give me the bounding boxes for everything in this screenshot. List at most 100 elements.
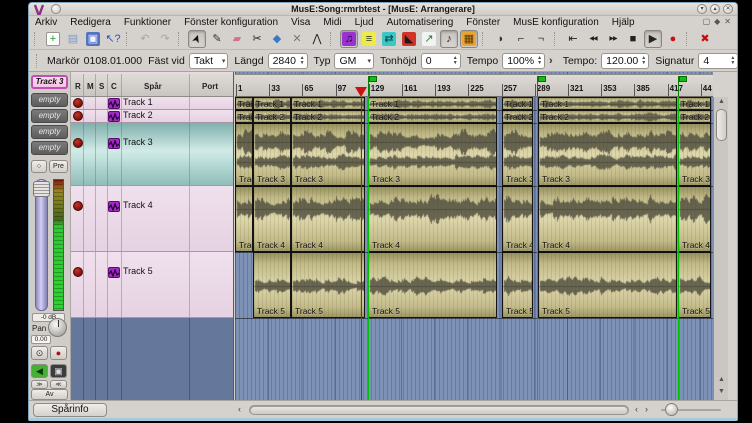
playhead-marker-icon[interactable] [355, 87, 367, 97]
part[interactable]: Track 5 [253, 252, 291, 318]
pointer-tool-button[interactable]: ➤ [188, 30, 206, 48]
part[interactable]: Track 5 [291, 252, 365, 318]
part[interactable]: Track 4 [678, 186, 711, 252]
menu-item-f-nster[interactable]: Fönster [466, 17, 500, 28]
effect-slot[interactable]: empty [31, 141, 68, 155]
record-arm-button[interactable]: ● [50, 346, 67, 360]
keep-above-button[interactable]: ▴ [710, 4, 720, 14]
keep-below-button[interactable]: ▾ [697, 4, 707, 14]
spin-down-icon[interactable]: ▼ [537, 61, 542, 66]
off-button[interactable]: Av [31, 389, 68, 400]
part[interactable]: Track 4 [538, 186, 677, 252]
toolbar-handle[interactable] [36, 54, 37, 68]
part[interactable]: Track 4 [502, 186, 533, 252]
menu-item-midi[interactable]: Midi [323, 17, 341, 28]
part[interactable]: Track 2 [368, 110, 497, 123]
mdi-close-button[interactable]: ✕ [724, 17, 731, 27]
track-row[interactable]: Track 1 [71, 97, 234, 110]
drum-editor-button[interactable]: ⇄ [380, 30, 398, 48]
menu-item-f-nster-konfiguration[interactable]: Fönster konfiguration [184, 17, 278, 28]
track-row[interactable]: Track 4 [71, 186, 234, 252]
record-dot-icon[interactable] [73, 98, 83, 108]
part[interactable]: Track 2 [291, 110, 365, 123]
arranger-canvas[interactable]: 133659712916119322525728932135338541744 … [235, 72, 713, 400]
menu-item-arkiv[interactable]: Arkiv [35, 17, 57, 28]
pencil-tool-button[interactable]: ✎ [208, 30, 226, 48]
part[interactable]: Track 3 [368, 123, 497, 186]
timeline-ruler[interactable]: 133659712916119322525728932135338541744 [235, 74, 713, 97]
part[interactable]: Track 3 [538, 123, 677, 186]
list-editor-button[interactable]: ≡ [360, 30, 378, 48]
toolbar-handle[interactable] [126, 32, 131, 46]
scroll-right-icon[interactable]: › [645, 404, 648, 414]
effect-slot[interactable]: empty [31, 125, 68, 139]
save-song-button[interactable]: ▣ [84, 30, 102, 48]
marker-flag-icon[interactable] [368, 76, 369, 97]
record-indicator-button[interactable]: ○ [31, 160, 47, 173]
part[interactable]: Track 1 [678, 97, 711, 110]
scissors-tool-button[interactable]: ✂ [248, 30, 266, 48]
mdi-restore-button[interactable]: ▢ [703, 17, 711, 27]
eraser-tool-button[interactable]: ▰ [228, 30, 246, 48]
window-menu-button[interactable] [51, 4, 61, 14]
toolbar-handle[interactable] [686, 32, 691, 46]
part[interactable]: Track 1 [253, 97, 291, 110]
pianoroll-editor-button[interactable]: ♫ [340, 30, 358, 48]
goto-start-button[interactable]: ⇤ [564, 30, 582, 48]
record-dot-icon[interactable] [73, 138, 83, 148]
selected-track-title[interactable]: Track 3 [31, 75, 68, 89]
part[interactable]: Track 5 [538, 252, 677, 318]
snap-select[interactable]: Takt ▾ [189, 53, 229, 69]
toolbar-handle[interactable] [178, 32, 183, 46]
part[interactable]: Track 2 [538, 110, 677, 123]
track-row[interactable]: Track 3 [71, 123, 234, 186]
track-row[interactable]: Track 2 [71, 110, 234, 123]
part[interactable]: Track 4 [291, 186, 365, 252]
part[interactable]: Track 5 [502, 252, 533, 318]
forward-button[interactable]: ▶▶ [604, 30, 622, 48]
part[interactable]: Track 2 [235, 110, 253, 123]
part[interactable]: Track 5 [678, 252, 711, 318]
play-button[interactable]: ▶ [644, 30, 662, 48]
menu-item-automatisering[interactable]: Automatisering [387, 17, 454, 28]
menu-item-funktioner[interactable]: Funktioner [124, 17, 171, 28]
part[interactable]: Track 2 [253, 110, 291, 123]
pitch-spinbox[interactable]: 0 ▲▼ [421, 53, 461, 69]
punch-out-button[interactable]: ¬ [532, 30, 550, 48]
scroll-up-icon[interactable]: ▲ [714, 376, 729, 383]
wave-editor-button[interactable]: ◣ [400, 30, 418, 48]
new-song-button[interactable]: + [44, 30, 62, 48]
glue-tool-button[interactable]: ◆ [268, 30, 286, 48]
input-routes-button[interactable]: ≫ [31, 380, 48, 389]
stereo-toggle-button[interactable]: ▣ [50, 364, 67, 378]
length-spinbox[interactable]: 2840 ▲▼ [268, 53, 308, 69]
effect-slot[interactable]: empty [31, 93, 68, 107]
record-dot-icon[interactable] [73, 111, 83, 121]
stop-button[interactable]: ■ [624, 30, 642, 48]
redo-button[interactable]: ↷ [156, 30, 174, 48]
panic-button[interactable]: ✖ [696, 30, 714, 48]
part[interactable]: Track 1 [502, 97, 533, 110]
part[interactable]: Track 4 [368, 186, 497, 252]
record-button[interactable]: ● [664, 30, 682, 48]
scroll-left-icon[interactable]: ‹ [635, 404, 638, 414]
toolbar-handle[interactable] [330, 32, 335, 46]
spin-down-icon[interactable]: ▼ [730, 61, 735, 66]
part[interactable]: Track 1 [368, 97, 497, 110]
menu-item-redigera[interactable]: Redigera [70, 17, 111, 28]
titlebar[interactable]: MusE:Song:rmrbtest - [MusE: Arrangerare]… [29, 3, 737, 16]
horizontal-scrollbar[interactable] [249, 405, 629, 415]
signature-num-spinbox[interactable]: 4 ▲▼ [698, 53, 738, 69]
zoom-slider-knob[interactable] [665, 403, 678, 416]
output-routes-button[interactable]: ≪ [50, 380, 67, 389]
part[interactable]: Track 1 [235, 97, 253, 110]
horizontal-scrollbar-thumb[interactable] [251, 407, 627, 414]
menu-item-visa[interactable]: Visa [291, 17, 310, 28]
toolbar-handle[interactable] [482, 32, 487, 46]
part[interactable]: Track 1 [538, 97, 677, 110]
record-dot-icon[interactable] [73, 201, 83, 211]
vertical-scrollbar[interactable]: ▲ ▲ ▼ [713, 97, 728, 400]
volume-fader[interactable] [35, 179, 48, 311]
mute-button[interactable]: ◀ [31, 364, 48, 378]
part[interactable]: Track 3 [253, 123, 291, 186]
